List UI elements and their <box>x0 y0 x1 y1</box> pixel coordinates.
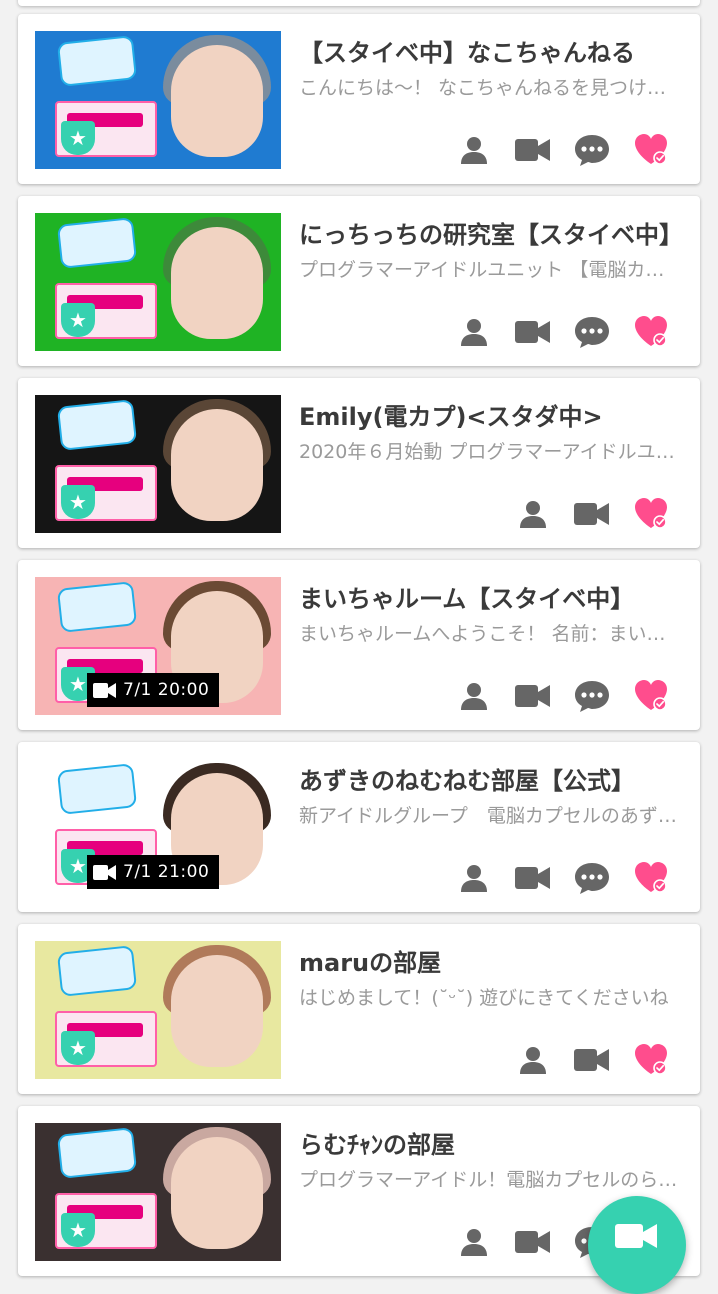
channel-description: はじめまして！(˘ᵕ˘) 遊びにきてくださいね <box>299 987 669 1009</box>
channel-actions <box>444 314 680 350</box>
start-broadcast-button[interactable] <box>588 1196 686 1294</box>
channel-title: あずきのねむねむ部屋【公式】 <box>299 767 635 795</box>
person-button[interactable] <box>503 496 562 532</box>
chat-button[interactable] <box>562 678 621 714</box>
live-schedule-time: 7/1 20:00 <box>123 680 210 700</box>
channel-actions <box>444 132 680 168</box>
person-button[interactable] <box>444 860 503 896</box>
channel-thumbnail[interactable]: ★ 7/1 20:00 <box>35 577 281 715</box>
chat-icon <box>574 135 609 166</box>
star-shield-icon: ★ <box>61 303 95 337</box>
heart-icon <box>634 680 667 711</box>
chat-button[interactable] <box>562 132 621 168</box>
channel-description: こんにちは〜！ なこちゃんねるを見つけてくれてありがとう <box>299 77 683 99</box>
channel-card[interactable]: ★ 【スタイベ中】なこちゃんねるこんにちは〜！ なこちゃんねるを見つけてくれてあり… <box>18 14 700 184</box>
chat-icon <box>574 681 609 712</box>
channel-description: 新アイドルグループ 電脳カプセルのあずきです <box>299 805 683 827</box>
channel-description: まいちゃルームへようこそ！ 名前：まいちゃ <box>299 623 683 645</box>
channel-description: 2020年６月始動 プログラマーアイドルユニット <box>299 441 683 463</box>
person-button[interactable] <box>503 1042 562 1078</box>
video-camera-icon <box>93 864 117 881</box>
chat-button[interactable] <box>562 314 621 350</box>
heart-icon <box>634 316 667 347</box>
channel-thumbnail[interactable]: ★ <box>35 213 281 351</box>
video-button[interactable] <box>562 1042 621 1078</box>
heart-button[interactable] <box>621 314 680 350</box>
channel-thumbnail[interactable]: ★ <box>35 941 281 1079</box>
video-camera-icon <box>615 1224 657 1248</box>
channel-card[interactable]: ★ 7/1 20:00 まいちゃルーム【スタイベ中】まいちゃルームへようこそ！ 名前… <box>18 560 700 730</box>
video-icon <box>514 1231 550 1253</box>
video-icon <box>573 503 609 525</box>
video-button[interactable] <box>503 860 562 896</box>
channel-title: 【スタイベ中】なこちゃんねる <box>299 39 635 67</box>
channel-title: まいちゃルーム【スタイベ中】 <box>299 585 635 613</box>
person-icon <box>460 319 487 346</box>
star-shield-icon: ★ <box>61 121 95 155</box>
heart-button[interactable] <box>621 496 680 532</box>
heart-icon <box>634 862 667 893</box>
channel-actions <box>503 496 680 532</box>
person-button[interactable] <box>444 314 503 350</box>
channel-card[interactable]: ★ maruの部屋はじめまして！(˘ᵕ˘) 遊びにきてくださいね <box>18 924 700 1094</box>
heart-icon <box>634 498 667 529</box>
channel-actions <box>444 860 680 896</box>
live-schedule-badge: 7/1 20:00 <box>87 673 220 707</box>
person-button[interactable] <box>444 678 503 714</box>
star-shield-icon: ★ <box>61 1213 95 1247</box>
video-icon <box>514 685 550 707</box>
video-icon <box>573 1049 609 1071</box>
channel-title: maruの部屋 <box>299 949 442 977</box>
chat-icon <box>574 317 609 348</box>
previous-card-edge <box>18 0 700 6</box>
channel-card[interactable]: ★ にっちっちの研究室【スタイベ中】プログラマーアイドルユニット 【電脳カプセル】 <box>18 196 700 366</box>
person-icon <box>460 137 487 164</box>
heart-button[interactable] <box>621 860 680 896</box>
video-button[interactable] <box>503 132 562 168</box>
channel-thumbnail[interactable]: ★ 7/1 21:00 <box>35 759 281 897</box>
channel-thumbnail[interactable]: ★ <box>35 1123 281 1261</box>
heart-icon <box>634 1044 667 1075</box>
person-icon <box>460 1229 487 1256</box>
person-button[interactable] <box>444 132 503 168</box>
channel-title: Emily(電カプ)<スタダ中> <box>299 403 603 431</box>
channel-description: プログラマーアイドル！電脳カプセルのらむです <box>299 1169 683 1191</box>
person-icon <box>519 501 546 528</box>
live-schedule-time: 7/1 21:00 <box>123 862 210 882</box>
channel-thumbnail[interactable]: ★ <box>35 395 281 533</box>
person-icon <box>519 1047 546 1074</box>
video-button[interactable] <box>503 1224 562 1260</box>
star-shield-icon: ★ <box>61 485 95 519</box>
video-icon <box>514 139 550 161</box>
channel-card[interactable]: ★ Emily(電カプ)<スタダ中> 2020年６月始動 プログラマーアイドルユニッ… <box>18 378 700 548</box>
video-button[interactable] <box>562 496 621 532</box>
channel-card[interactable]: ★ 7/1 21:00 あずきのねむねむ部屋【公式】新アイドルグループ 電脳カプセル… <box>18 742 700 912</box>
person-icon <box>460 865 487 892</box>
video-button[interactable] <box>503 314 562 350</box>
person-icon <box>460 683 487 710</box>
video-button[interactable] <box>503 678 562 714</box>
video-camera-icon <box>93 682 117 699</box>
video-icon <box>514 867 550 889</box>
live-schedule-badge: 7/1 21:00 <box>87 855 220 889</box>
channel-actions <box>503 1042 680 1078</box>
heart-button[interactable] <box>621 678 680 714</box>
star-shield-icon: ★ <box>61 1031 95 1065</box>
channel-title: にっちっちの研究室【スタイベ中】 <box>299 221 683 249</box>
channel-actions <box>444 678 680 714</box>
channel-thumbnail[interactable]: ★ <box>35 31 281 169</box>
channel-title: らむﾁｬﾝの部屋 <box>299 1131 455 1159</box>
heart-button[interactable] <box>621 1042 680 1078</box>
chat-button[interactable] <box>562 860 621 896</box>
video-icon <box>514 321 550 343</box>
person-button[interactable] <box>444 1224 503 1260</box>
heart-button[interactable] <box>621 132 680 168</box>
heart-icon <box>634 134 667 165</box>
chat-icon <box>574 863 609 894</box>
channel-description: プログラマーアイドルユニット 【電脳カプセル】 <box>299 259 683 281</box>
